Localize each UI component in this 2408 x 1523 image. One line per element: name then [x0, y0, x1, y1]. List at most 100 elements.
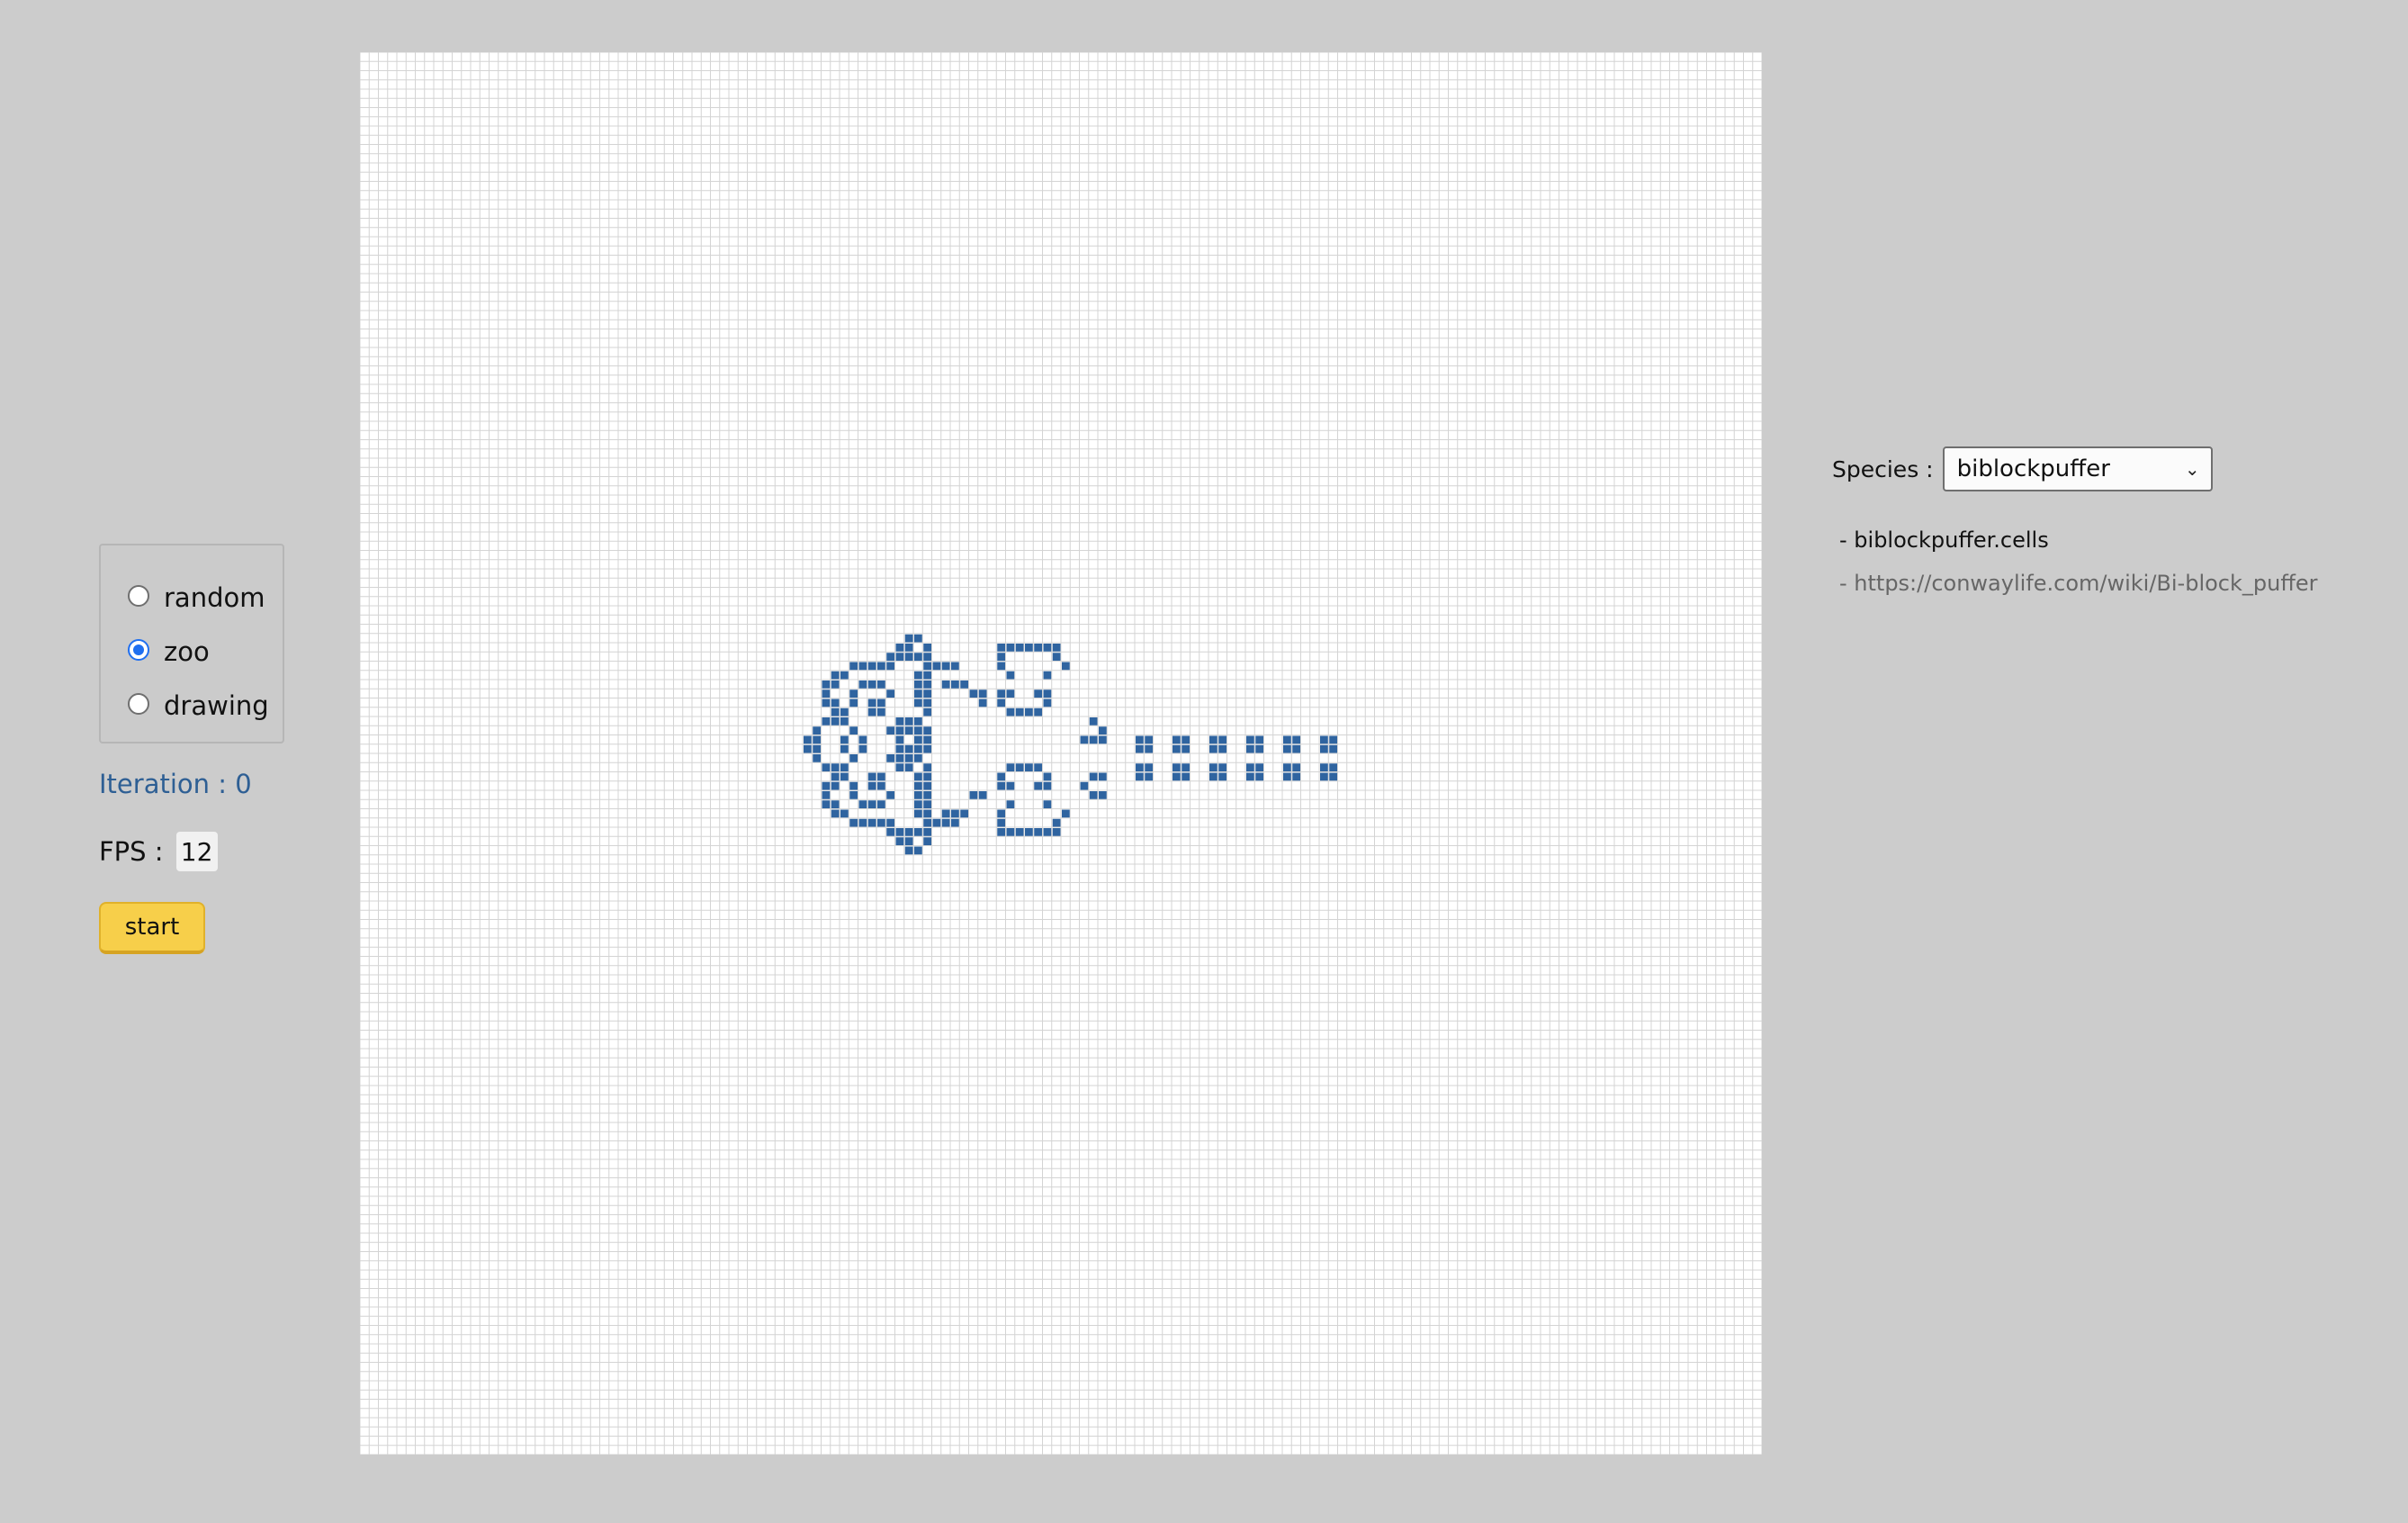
- live-cell[interactable]: [1329, 735, 1337, 744]
- live-cell[interactable]: [923, 837, 931, 845]
- live-cell[interactable]: [914, 634, 922, 643]
- live-cell[interactable]: [904, 744, 913, 753]
- live-cell[interactable]: [877, 772, 885, 781]
- live-cell[interactable]: [895, 735, 904, 744]
- live-cell[interactable]: [831, 763, 840, 771]
- live-cell[interactable]: [1209, 744, 1217, 753]
- live-cell[interactable]: [969, 791, 978, 799]
- live-cell[interactable]: [1209, 763, 1217, 771]
- live-cell[interactable]: [1182, 744, 1190, 753]
- live-cell[interactable]: [822, 698, 831, 707]
- live-cell[interactable]: [1089, 772, 1098, 781]
- live-cell[interactable]: [831, 671, 840, 680]
- live-cell[interactable]: [997, 644, 1005, 652]
- live-cell[interactable]: [923, 763, 931, 771]
- live-cell[interactable]: [923, 707, 931, 716]
- live-cell[interactable]: [831, 707, 840, 716]
- live-cell[interactable]: [914, 772, 922, 781]
- live-cell[interactable]: [904, 653, 913, 661]
- fps-input[interactable]: 12: [175, 832, 218, 871]
- live-cell[interactable]: [1034, 828, 1042, 836]
- live-cell[interactable]: [1099, 735, 1107, 744]
- live-cell[interactable]: [1182, 763, 1190, 771]
- live-cell[interactable]: [997, 698, 1005, 707]
- live-cell[interactable]: [997, 781, 1005, 790]
- live-cell[interactable]: [895, 726, 904, 734]
- live-cell[interactable]: [840, 717, 849, 725]
- live-cell[interactable]: [831, 680, 840, 689]
- live-cell[interactable]: [941, 680, 950, 689]
- live-cell[interactable]: [1255, 735, 1263, 744]
- live-cell[interactable]: [840, 744, 849, 753]
- live-cell[interactable]: [877, 800, 885, 808]
- live-cell[interactable]: [804, 744, 812, 753]
- live-cell[interactable]: [840, 772, 849, 781]
- live-cell[interactable]: [840, 763, 849, 771]
- live-cell[interactable]: [1043, 772, 1052, 781]
- live-cell[interactable]: [1182, 735, 1190, 744]
- live-cell[interactable]: [904, 644, 913, 652]
- live-cell[interactable]: [1043, 644, 1052, 652]
- radio-random[interactable]: [128, 585, 149, 607]
- live-cell[interactable]: [840, 735, 849, 744]
- live-cell[interactable]: [997, 653, 1005, 661]
- live-cell[interactable]: [867, 800, 876, 808]
- live-cell[interactable]: [1292, 772, 1300, 781]
- live-cell[interactable]: [1136, 763, 1144, 771]
- live-cell[interactable]: [849, 754, 858, 762]
- live-cell[interactable]: [813, 754, 821, 762]
- live-cell[interactable]: [1006, 707, 1015, 716]
- live-cell[interactable]: [1173, 772, 1181, 781]
- live-cell[interactable]: [923, 772, 931, 781]
- live-cell[interactable]: [951, 662, 959, 671]
- live-cell[interactable]: [923, 662, 931, 671]
- live-cell[interactable]: [1218, 735, 1226, 744]
- live-cell[interactable]: [858, 800, 867, 808]
- live-cell[interactable]: [1145, 735, 1153, 744]
- live-cell[interactable]: [1209, 735, 1217, 744]
- live-cell[interactable]: [923, 809, 931, 818]
- live-cell[interactable]: [1136, 744, 1144, 753]
- live-cell[interactable]: [849, 662, 858, 671]
- live-cell[interactable]: [904, 846, 913, 855]
- live-cell[interactable]: [1246, 735, 1254, 744]
- live-cell[interactable]: [1062, 662, 1070, 671]
- live-cell[interactable]: [840, 671, 849, 680]
- live-cell[interactable]: [1043, 800, 1052, 808]
- live-cell[interactable]: [1173, 735, 1181, 744]
- live-cell[interactable]: [904, 726, 913, 734]
- live-cell[interactable]: [1034, 763, 1042, 771]
- live-cell[interactable]: [1015, 707, 1024, 716]
- live-cell[interactable]: [960, 809, 968, 818]
- live-cell[interactable]: [1329, 763, 1337, 771]
- live-cell[interactable]: [831, 800, 840, 808]
- live-cell[interactable]: [1320, 735, 1328, 744]
- live-cell[interactable]: [1283, 772, 1291, 781]
- live-cell[interactable]: [1218, 772, 1226, 781]
- live-cell[interactable]: [1080, 735, 1089, 744]
- live-cell[interactable]: [804, 735, 812, 744]
- live-cell[interactable]: [978, 791, 987, 799]
- live-cell[interactable]: [1025, 828, 1033, 836]
- live-cell[interactable]: [1089, 735, 1098, 744]
- live-cell[interactable]: [914, 800, 922, 808]
- live-cell[interactable]: [997, 689, 1005, 698]
- live-cell[interactable]: [849, 781, 858, 790]
- live-cell[interactable]: [923, 671, 931, 680]
- live-cell[interactable]: [1255, 744, 1263, 753]
- live-cell[interactable]: [1043, 689, 1052, 698]
- live-cell[interactable]: [914, 698, 922, 707]
- live-cell[interactable]: [831, 698, 840, 707]
- live-cell[interactable]: [877, 781, 885, 790]
- live-cell[interactable]: [1292, 763, 1300, 771]
- live-cell[interactable]: [923, 644, 931, 652]
- live-cell[interactable]: [923, 744, 931, 753]
- live-cell[interactable]: [951, 809, 959, 818]
- live-cell[interactable]: [941, 662, 950, 671]
- live-cell[interactable]: [1006, 671, 1015, 680]
- live-cell[interactable]: [877, 707, 885, 716]
- live-cell[interactable]: [997, 818, 1005, 827]
- live-cell[interactable]: [840, 707, 849, 716]
- live-cell[interactable]: [1043, 781, 1052, 790]
- live-cell[interactable]: [941, 818, 950, 827]
